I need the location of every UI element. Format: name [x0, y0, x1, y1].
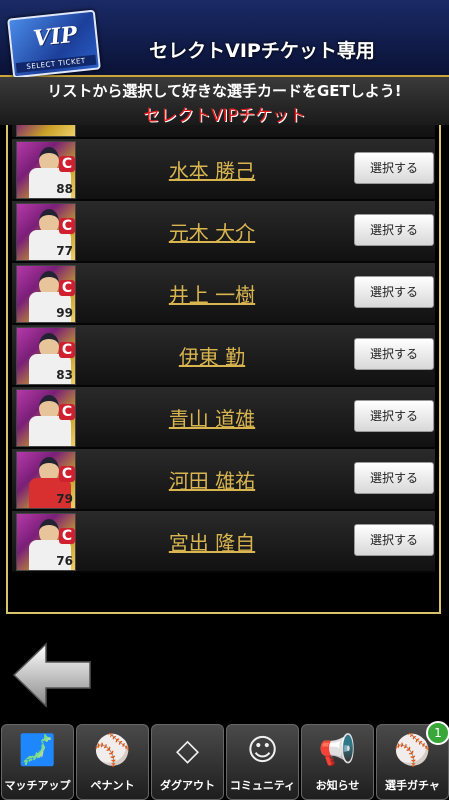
- nav-community[interactable]: ☺ コミュニティ: [226, 724, 299, 800]
- list-item: C 77 元木 大介 選択する: [12, 201, 435, 263]
- nav-gacha[interactable]: ⚾ 選手ガチャ 1: [376, 721, 449, 800]
- player-name[interactable]: 青山 道雄: [102, 403, 322, 432]
- player-card-thumb: [16, 125, 76, 137]
- ticket-name: セレクトVIPチケット: [143, 106, 306, 126]
- vip-card-text: VIP: [32, 21, 79, 53]
- select-button[interactable]: 選択する: [354, 214, 434, 246]
- page-title: セレクトVIPチケット専用: [149, 40, 375, 62]
- card-rank-badge: C: [59, 466, 75, 482]
- nav-label: 選手ガチャ: [385, 779, 440, 792]
- uniform-number: 76: [56, 554, 73, 568]
- player-card-thumb[interactable]: C 76: [16, 513, 76, 571]
- select-button[interactable]: 選択する: [354, 524, 434, 556]
- list-item: C 99 井上 一樹 選択する: [12, 263, 435, 325]
- list-item: C 79 河田 雄祐 選択する: [12, 449, 435, 511]
- community-icon: ☺: [246, 733, 279, 768]
- list-item: C 76 宮出 隆自 選択する: [12, 511, 435, 573]
- player-name[interactable]: 河田 雄祐: [102, 465, 322, 494]
- card-rank-badge: C: [59, 528, 75, 544]
- header-banner: VIP SELECT TICKET セレクトVIPチケット専用: [0, 0, 449, 79]
- list-item: [12, 125, 435, 139]
- nav-label: マッチアップ: [4, 779, 71, 792]
- uniform-number: 99: [56, 306, 73, 320]
- vip-card-sub: SELECT TICKET: [15, 54, 97, 74]
- select-button[interactable]: 選択する: [354, 338, 434, 370]
- nav-label: ペナント: [90, 779, 135, 792]
- bottom-nav: 🗾 マッチアップ ⚾ ペナント ◇ ダグアウト ☺ コミュニティ 📢 お知らせ …: [0, 721, 449, 800]
- dugout-icon: ◇: [175, 733, 200, 768]
- player-name[interactable]: 伊東 勤: [102, 341, 322, 370]
- nav-news[interactable]: 📢 お知らせ: [301, 724, 374, 800]
- japan-map-icon: 🗾: [18, 733, 57, 768]
- nav-label: ダグアウト: [160, 779, 215, 792]
- player-card-thumb[interactable]: C 99: [16, 265, 76, 323]
- card-rank-badge: C: [59, 404, 75, 420]
- uniform-number: 88: [56, 182, 73, 196]
- notification-badge: 1: [426, 721, 449, 745]
- uniform-number: 83: [56, 368, 73, 382]
- select-button[interactable]: 選択する: [354, 400, 434, 432]
- player-card-thumb[interactable]: C 88: [16, 141, 76, 199]
- player-name[interactable]: 宮出 隆自: [102, 527, 322, 556]
- megaphone-icon: 📢: [318, 733, 357, 768]
- card-rank-badge: C: [59, 156, 75, 172]
- list-item: C 88 水本 勝己 選択する: [12, 139, 435, 201]
- nav-label: お知らせ: [315, 779, 360, 792]
- pennant-icon: ⚾: [93, 733, 132, 768]
- select-button[interactable]: 選択する: [354, 276, 434, 308]
- player-name[interactable]: 井上 一樹: [102, 279, 322, 308]
- back-arrow-icon: [12, 642, 91, 708]
- nav-label: コミュニティ: [229, 779, 296, 792]
- instruction-text: リストから選択して好きな選手カードをGETしよう!: [47, 82, 402, 100]
- player-name[interactable]: 水本 勝己: [102, 155, 322, 184]
- list-item: C 83 伊東 勤 選択する: [12, 325, 435, 387]
- player-card-thumb[interactable]: C 83: [16, 327, 76, 385]
- instruction-band: リストから選択して好きな選手カードをGETしよう! セレクトVIPチケット: [0, 77, 449, 126]
- card-rank-badge: C: [59, 218, 75, 234]
- vip-ticket-card: VIP SELECT TICKET: [7, 9, 101, 79]
- player-card-thumb[interactable]: C: [16, 389, 76, 447]
- select-button[interactable]: 選択する: [354, 462, 434, 494]
- back-arrow-button[interactable]: [12, 640, 92, 710]
- list-item: C 青山 道雄 選択する: [12, 387, 435, 449]
- card-rank-badge: C: [59, 280, 75, 296]
- player-list-frame[interactable]: C 88 水本 勝己 選択する C 77 元木 大介 選択する C 99 井上 …: [6, 125, 441, 614]
- card-rank-badge: C: [59, 342, 75, 358]
- select-button[interactable]: 選択する: [354, 152, 434, 184]
- player-card-thumb[interactable]: C 77: [16, 203, 76, 261]
- uniform-number: 77: [56, 244, 73, 258]
- nav-pennant[interactable]: ⚾ ペナント: [76, 724, 149, 800]
- player-name[interactable]: 元木 大介: [102, 217, 322, 246]
- player-card-thumb[interactable]: C 79: [16, 451, 76, 509]
- uniform-number: 79: [56, 492, 73, 506]
- nav-dugout[interactable]: ◇ ダグアウト: [151, 724, 224, 800]
- nav-matchup[interactable]: 🗾 マッチアップ: [1, 724, 74, 800]
